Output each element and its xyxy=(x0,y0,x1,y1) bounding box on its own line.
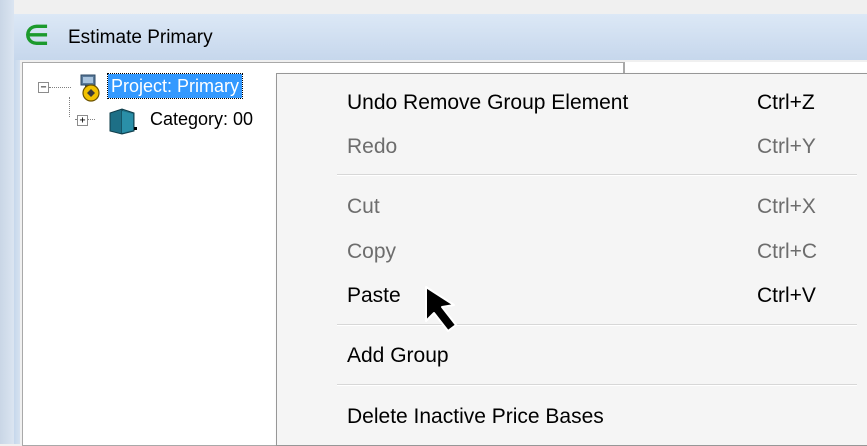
menu-item-label: Redo xyxy=(347,135,398,158)
app-icon: ∈ xyxy=(24,20,50,51)
menu-item-label: Paste xyxy=(347,284,401,307)
menu-separator xyxy=(337,324,857,326)
menu-separator xyxy=(337,384,857,386)
menu-item-shortcut: Ctrl+Y xyxy=(757,135,816,158)
context-menu: Undo Remove Group Element Ctrl+Z Redo Ct… xyxy=(276,73,867,446)
category-book-icon xyxy=(106,107,140,140)
tree-node-project[interactable]: Project: Primary xyxy=(106,73,244,99)
menu-item-label: Copy xyxy=(347,240,397,263)
project-icon xyxy=(73,72,109,107)
menu-item-add-group[interactable]: Add Group xyxy=(277,338,857,374)
menu-item-paste[interactable]: Paste Ctrl+V xyxy=(277,278,857,314)
menu-item-cut[interactable]: Cut Ctrl+X xyxy=(277,189,857,225)
title-bar: ∈ Estimate Primary xyxy=(14,14,867,60)
menu-item-label: Undo Remove Group Element xyxy=(347,91,629,114)
tree-connector xyxy=(49,87,71,88)
menu-item-label: Delete Inactive Price Bases xyxy=(347,405,604,428)
menu-item-shortcut: Ctrl+C xyxy=(757,240,818,263)
menu-item-redo[interactable]: Redo Ctrl+Y xyxy=(277,129,857,165)
menu-item-label: Add Group xyxy=(347,344,449,367)
tree-connector xyxy=(69,97,70,117)
menu-item-delete-inactive-price-bases[interactable]: Delete Inactive Price Bases xyxy=(277,399,857,435)
desktop-edge xyxy=(0,0,14,444)
menu-item-shortcut: Ctrl+V xyxy=(757,284,816,307)
window-title: Estimate Primary xyxy=(68,27,213,48)
menu-item-undo[interactable]: Undo Remove Group Element Ctrl+Z xyxy=(277,85,857,121)
collapse-toggle[interactable]: − xyxy=(38,82,49,93)
menu-item-label: Cut xyxy=(347,195,380,218)
mouse-pointer-icon xyxy=(420,285,468,342)
menu-separator xyxy=(337,174,857,176)
tree-node-category[interactable]: Category: 00 xyxy=(147,107,256,131)
expand-toggle[interactable]: + xyxy=(77,115,88,126)
menu-item-shortcut: Ctrl+X xyxy=(757,195,816,218)
menu-item-shortcut: Ctrl+Z xyxy=(757,91,815,114)
menu-item-copy[interactable]: Copy Ctrl+C xyxy=(277,234,857,270)
window-border xyxy=(14,60,20,444)
